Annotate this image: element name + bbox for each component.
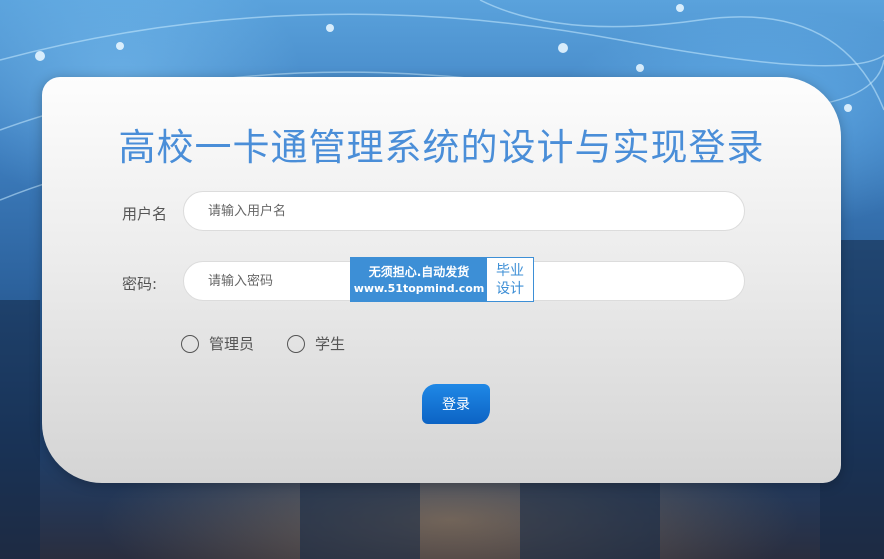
watermark-url: www.51topmind.com xyxy=(353,281,485,295)
watermark-side-line2: 设计 xyxy=(496,280,524,297)
watermark-side: 毕业 设计 xyxy=(487,258,533,301)
username-input[interactable] xyxy=(183,191,745,231)
role-option-admin[interactable]: 管理员 xyxy=(181,333,254,354)
login-button[interactable]: 登录 xyxy=(422,384,490,424)
role-label-student: 学生 xyxy=(315,335,346,353)
radio-student[interactable] xyxy=(287,334,305,353)
role-option-student[interactable]: 学生 xyxy=(287,333,345,354)
watermark-side-line1: 毕业 xyxy=(496,262,524,279)
password-label: 密码: xyxy=(122,275,158,293)
watermark-main: 无须担心.自动发货 www.51topmind.com xyxy=(351,258,487,301)
username-label: 用户名 xyxy=(122,205,168,223)
radio-admin[interactable] xyxy=(181,334,199,353)
role-label-admin: 管理员 xyxy=(209,335,255,353)
watermark-badge: 无须担心.自动发货 www.51topmind.com 毕业 设计 xyxy=(350,257,534,302)
page-title: 高校一卡通管理系统的设计与实现登录 xyxy=(118,126,765,169)
watermark-line1: 无须担心.自动发货 xyxy=(368,264,470,279)
